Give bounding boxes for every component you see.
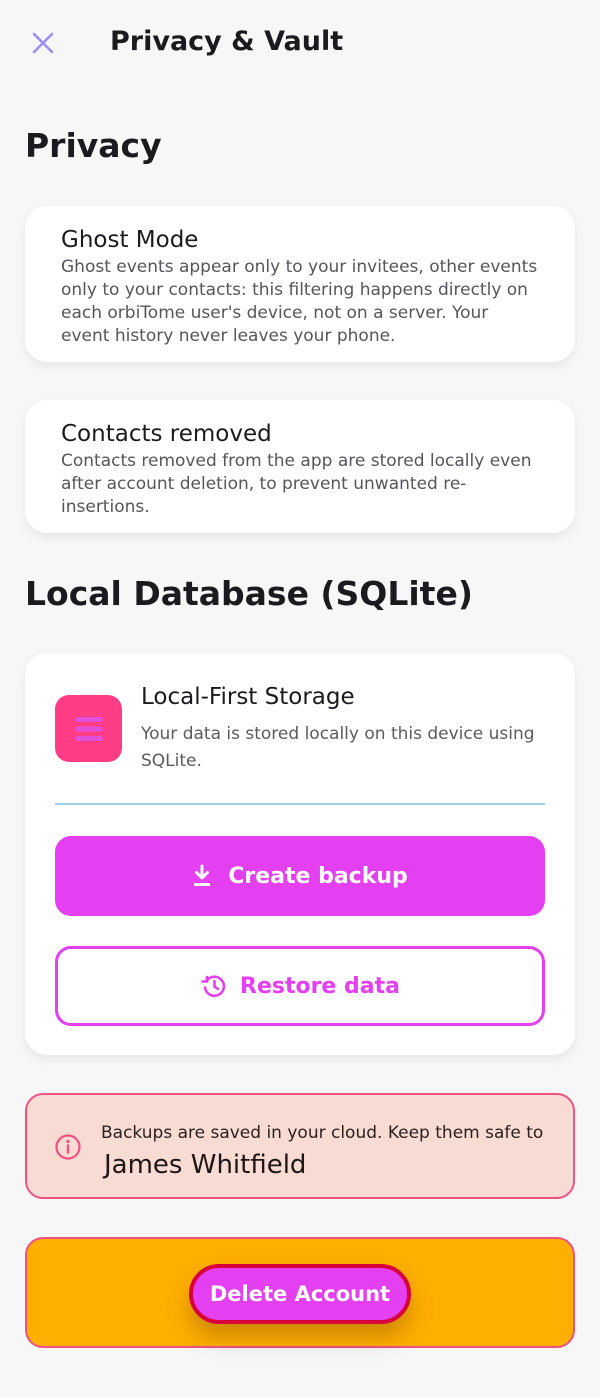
restore-data-button[interactable]: Restore data xyxy=(55,946,545,1026)
ghost-mode-title: Ghost Mode xyxy=(61,227,199,253)
storage-description: Your data is stored locally on this devi… xyxy=(141,724,535,771)
danger-zone: Delete Account xyxy=(25,1237,575,1348)
privacy-section-title: Privacy xyxy=(25,126,162,165)
backup-notice: Backups are saved in your cloud. Keep th… xyxy=(25,1093,575,1199)
local-storage-card: Local-First Storage Your data is stored … xyxy=(25,653,575,1055)
contacts-removed-title: Contacts removed xyxy=(61,421,272,447)
account-owner-name: James Whitfield xyxy=(104,1150,307,1180)
top-app-bar: Privacy & Vault xyxy=(0,0,600,88)
ghost-mode-card: Ghost Mode Ghost events appear only to y… xyxy=(25,206,575,362)
contacts-removed-description: Contacts removed from the app are stored… xyxy=(61,451,532,517)
page-title: Privacy & Vault xyxy=(110,26,344,57)
divider xyxy=(55,803,545,805)
database-section-title: Local Database (SQLite) xyxy=(25,574,473,613)
close-icon xyxy=(32,32,54,54)
info-icon xyxy=(55,1134,81,1160)
database-icon xyxy=(55,695,122,762)
history-icon xyxy=(201,975,226,998)
create-backup-label: Create backup xyxy=(228,863,408,889)
notice-text: Backups are saved in your cloud. Keep th… xyxy=(101,1123,544,1143)
close-button[interactable] xyxy=(26,26,60,60)
ghost-mode-description: Ghost events appear only to your invitee… xyxy=(61,257,538,346)
storage-title: Local-First Storage xyxy=(141,684,355,710)
download-icon xyxy=(194,864,211,886)
contacts-removed-card: Contacts removed Contacts removed from t… xyxy=(25,400,575,533)
restore-data-label: Restore data xyxy=(240,973,400,999)
delete-account-button[interactable]: Delete Account xyxy=(189,1264,411,1324)
create-backup-button[interactable]: Create backup xyxy=(55,836,545,916)
